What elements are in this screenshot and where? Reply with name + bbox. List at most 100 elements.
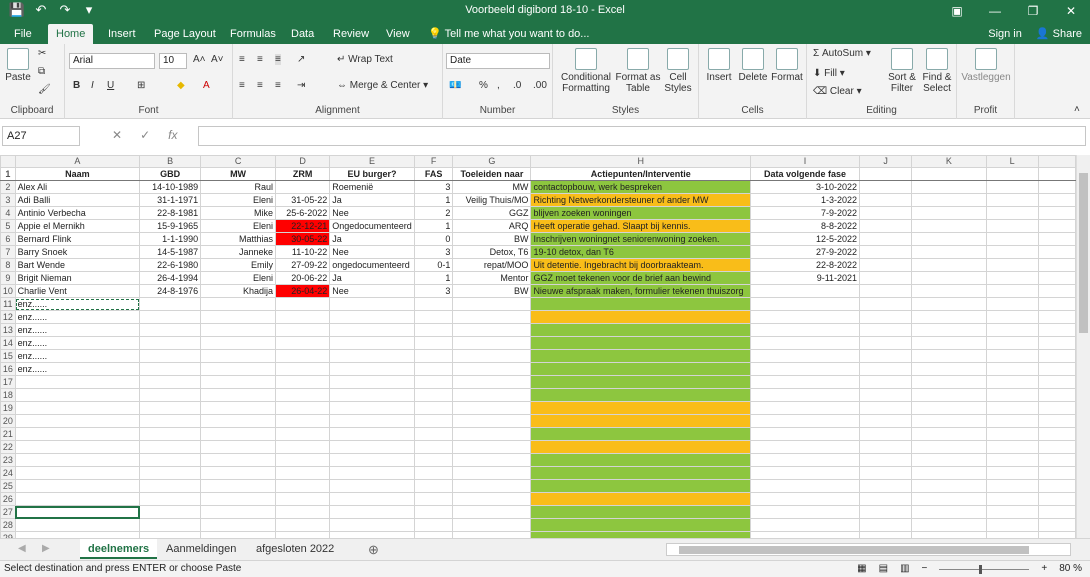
cell[interactable]: enz...... — [14, 297, 141, 311]
cell[interactable]: 27-9-2022 — [750, 245, 861, 259]
cell[interactable] — [452, 505, 532, 519]
row-header[interactable]: 12 — [0, 310, 16, 324]
cell[interactable] — [859, 219, 913, 233]
cell[interactable] — [911, 284, 987, 298]
cell[interactable] — [911, 505, 987, 519]
column-header[interactable]: D — [274, 155, 331, 168]
cell[interactable]: Appie el Mernikh — [14, 219, 141, 233]
cell[interactable]: 22-8-2022 — [750, 258, 861, 272]
cell[interactable] — [452, 310, 532, 324]
cell[interactable]: Nee — [329, 206, 415, 220]
cell[interactable] — [530, 440, 752, 454]
cell[interactable] — [985, 479, 1039, 493]
sign-in-link[interactable]: Sign in — [988, 24, 1022, 44]
indent-icon[interactable]: ⇥ — [297, 80, 305, 91]
cell[interactable] — [985, 336, 1039, 350]
page-layout-view-icon[interactable]: ▤ — [879, 561, 888, 577]
cell[interactable] — [530, 505, 752, 519]
cell[interactable] — [859, 440, 913, 454]
cell[interactable]: Veilig Thuis/MO — [452, 193, 532, 207]
confirm-entry-icon[interactable]: ✓ — [140, 128, 150, 142]
cell[interactable]: 25-6-2022 — [274, 206, 331, 220]
cut-icon[interactable]: ✂ — [38, 48, 46, 59]
cell[interactable]: Alex Ali — [14, 180, 141, 194]
cell[interactable] — [200, 427, 276, 441]
tell-me-box[interactable]: 💡 Tell me what you want to do... — [428, 24, 589, 44]
cell[interactable] — [274, 180, 331, 194]
cell[interactable] — [452, 349, 532, 363]
cell[interactable] — [530, 336, 752, 350]
cell[interactable] — [14, 375, 141, 389]
cell[interactable] — [911, 271, 987, 285]
cell[interactable]: 1-1-1990 — [139, 232, 202, 246]
cell[interactable] — [413, 518, 454, 532]
cell[interactable] — [413, 349, 454, 363]
cell[interactable] — [1037, 453, 1076, 467]
cell[interactable] — [859, 232, 913, 246]
cell[interactable]: 0-1 — [413, 258, 454, 272]
cell[interactable]: Emily — [200, 258, 276, 272]
cell[interactable] — [413, 414, 454, 428]
cell[interactable] — [413, 323, 454, 337]
cell[interactable] — [859, 453, 913, 467]
cell[interactable] — [452, 323, 532, 337]
cell[interactable]: 14-5-1987 — [139, 245, 202, 259]
cell[interactable] — [274, 518, 331, 532]
cell[interactable] — [985, 245, 1039, 259]
cell[interactable] — [530, 375, 752, 389]
cell[interactable] — [329, 492, 415, 506]
cell[interactable] — [1037, 401, 1076, 415]
cell[interactable] — [139, 388, 202, 402]
cell[interactable] — [274, 349, 331, 363]
cell[interactable] — [413, 362, 454, 376]
merge-center-button[interactable]: ⇔ Merge & Center ▾ — [337, 80, 428, 91]
cell[interactable] — [530, 349, 752, 363]
zoom-in-icon[interactable]: + — [1041, 561, 1047, 577]
cell[interactable] — [452, 427, 532, 441]
cell[interactable] — [1037, 492, 1076, 506]
cell[interactable] — [750, 505, 861, 519]
cell[interactable] — [200, 414, 276, 428]
cell[interactable] — [329, 401, 415, 415]
cell[interactable] — [750, 310, 861, 324]
cell[interactable] — [200, 297, 276, 311]
cell[interactable] — [985, 466, 1039, 480]
cell[interactable] — [413, 388, 454, 402]
horizontal-scroll-thumb[interactable] — [679, 546, 1029, 554]
cell[interactable] — [859, 388, 913, 402]
restore-icon[interactable]: ❐ — [1014, 0, 1052, 22]
cell[interactable] — [859, 492, 913, 506]
add-sheet-icon[interactable]: ⊕ — [368, 542, 379, 558]
cell[interactable] — [139, 479, 202, 493]
cell[interactable]: 2 — [413, 206, 454, 220]
cell[interactable] — [985, 388, 1039, 402]
cell[interactable]: 26-4-1994 — [139, 271, 202, 285]
horizontal-scrollbar[interactable] — [666, 543, 1071, 556]
cell[interactable] — [452, 388, 532, 402]
conditional-formatting-button[interactable]: Conditional Formatting — [557, 48, 615, 94]
row-header[interactable]: 23 — [0, 453, 16, 467]
cell[interactable]: 1 — [413, 271, 454, 285]
cell[interactable] — [911, 232, 987, 246]
cell[interactable]: 20-06-22 — [274, 271, 331, 285]
cell[interactable] — [530, 466, 752, 480]
cell[interactable]: 3 — [413, 245, 454, 259]
cell[interactable]: Eleni — [200, 271, 276, 285]
cell[interactable] — [329, 336, 415, 350]
cell[interactable] — [911, 219, 987, 233]
cell[interactable] — [452, 492, 532, 506]
cell[interactable] — [911, 401, 987, 415]
cell[interactable] — [859, 284, 913, 298]
cell[interactable] — [139, 466, 202, 480]
cell[interactable]: enz...... — [14, 349, 141, 363]
cell[interactable] — [413, 479, 454, 493]
cell[interactable] — [911, 193, 987, 207]
cell[interactable] — [985, 297, 1039, 311]
cell[interactable]: Uit detentie. Ingebracht bij doorbraakte… — [530, 258, 752, 272]
cell[interactable] — [1037, 258, 1076, 272]
cell[interactable] — [985, 453, 1039, 467]
cell[interactable] — [1037, 219, 1076, 233]
cell[interactable] — [530, 427, 752, 441]
cell[interactable] — [530, 401, 752, 415]
scroll-tabs-right-icon[interactable]: ▶ — [42, 543, 50, 554]
